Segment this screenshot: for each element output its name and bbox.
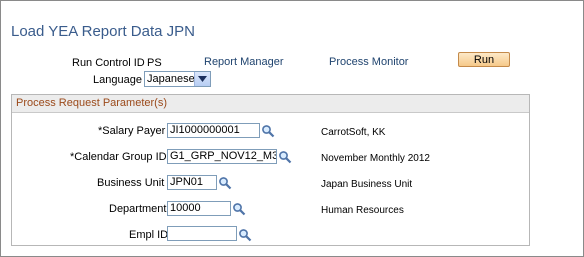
department-lookup-icon[interactable] <box>232 202 246 216</box>
department-description: Human Resources <box>321 205 404 216</box>
chevron-down-icon[interactable] <box>194 72 210 86</box>
group-header: Process Request Parameter(s) <box>12 95 529 113</box>
page-frame: Load YEA Report Data JPN Run Control ID … <box>0 0 584 257</box>
page-title: Load YEA Report Data JPN <box>11 23 195 40</box>
group-title: Process Request Parameter(s) <box>16 97 167 109</box>
empl-id-field[interactable] <box>167 226 237 241</box>
calendar-group-description: November Monthly 2012 <box>321 153 430 164</box>
empl-id-lookup-icon[interactable] <box>238 228 252 242</box>
process-monitor-link[interactable]: Process Monitor <box>329 56 408 68</box>
business-unit-description: Japan Business Unit <box>321 179 413 190</box>
empl-id-label: Empl ID <box>129 229 169 241</box>
salary-payer-field[interactable]: JI1000000001 <box>167 123 260 138</box>
calendar-group-label: *Calendar Group ID <box>70 151 167 163</box>
department-field[interactable]: 10000 <box>167 201 231 216</box>
business-unit-lookup-icon[interactable] <box>218 176 232 190</box>
department-label: Department <box>109 203 167 215</box>
process-request-parameters-group: Process Request Parameter(s) <box>11 94 530 246</box>
language-select[interactable]: Japanese <box>144 71 211 87</box>
salary-payer-lookup-icon[interactable] <box>261 124 275 138</box>
language-select-value: Japanese <box>147 73 195 85</box>
business-unit-label: Business Unit <box>97 177 165 189</box>
calendar-group-lookup-icon[interactable] <box>278 150 292 164</box>
run-button[interactable]: Run <box>458 52 510 67</box>
report-manager-link[interactable]: Report Manager <box>204 56 284 68</box>
calendar-group-field[interactable]: G1_GRP_NOV12_M3A <box>167 149 277 164</box>
language-label: Language <box>93 74 142 86</box>
salary-payer-description: CarrotSoft, KK <box>321 127 386 138</box>
salary-payer-label: *Salary Payer <box>98 125 166 137</box>
business-unit-field[interactable]: JPN01 <box>167 175 217 190</box>
run-control-value: PS <box>147 57 162 69</box>
run-control-label: Run Control ID <box>72 57 145 69</box>
